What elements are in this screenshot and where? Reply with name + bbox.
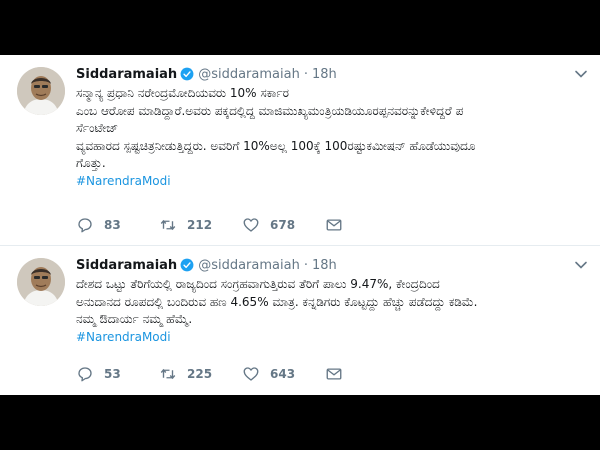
reply-button[interactable]: 83	[76, 216, 159, 234]
avatar[interactable]	[17, 258, 65, 306]
like-button[interactable]: 678	[242, 216, 325, 234]
tweet-text-line: ರ್ಸೆಂಟೇಜ್	[76, 121, 119, 135]
like-count: 643	[270, 367, 296, 381]
separator: ·	[303, 66, 308, 82]
tweet-text-line: ನಮ್ಮ ಔದಾರ್ಯ ನಮ್ಮ ಹೆಮ್ಮೆ.	[76, 312, 193, 326]
tweet-actions: 83 212 678	[76, 216, 408, 234]
timestamp[interactable]: 18h	[312, 258, 337, 273]
tweet-text-line: ಸನ್ಮಾನ್ಯ ಪ್ರಧಾನಿ ನರೇಂದ್ರಮೋದಿಯವರು 10% ಸರ್…	[76, 86, 289, 100]
envelope-icon	[326, 219, 342, 231]
tweet-text-line: ವ್ಯವಹಾರದ ಸ್ಪಷ್ಟಚಿತ್ರನೀಡುತ್ತಿದ್ದರು. ಅವರಿಗ…	[76, 138, 476, 153]
tweet[interactable]: Siddaramaiah @siddaramaiah · 18h ಸನ್ಮಾನ್…	[0, 55, 600, 245]
tweet-header: Siddaramaiah @siddaramaiah · 18h	[76, 256, 337, 274]
tweet-text-line: ಗೊತ್ತು.	[76, 156, 106, 170]
author-name[interactable]: Siddaramaiah	[76, 67, 177, 82]
retweet-button[interactable]: 212	[159, 216, 242, 234]
tweet-text-line: ಅನುದಾನದ ರೂಪದಲ್ಲಿ ಬಂದಿರುವ ಹಣ 4.65% ಮಾತ್ರ.…	[76, 294, 478, 309]
tweet-actions: 53 225 643	[76, 365, 408, 383]
envelope-icon	[326, 368, 342, 380]
verified-badge-icon	[180, 258, 194, 272]
retweet-button[interactable]: 225	[159, 365, 242, 383]
like-count: 678	[270, 218, 296, 232]
reply-count: 83	[104, 218, 121, 232]
reply-button[interactable]: 53	[76, 365, 159, 383]
retweet-icon	[160, 219, 176, 231]
reply-icon	[78, 367, 92, 382]
heart-icon	[243, 218, 259, 232]
retweet-count: 212	[187, 218, 213, 232]
tweet-header: Siddaramaiah @siddaramaiah · 18h	[76, 65, 337, 83]
reply-icon	[78, 218, 92, 233]
dm-button[interactable]	[325, 365, 408, 383]
chevron-down-icon[interactable]	[574, 258, 588, 272]
like-button[interactable]: 643	[242, 365, 325, 383]
tweet-text-line: ದೇಶದ ಒಟ್ಟು ತೆರಿಗೆಯಲ್ಲಿ ರಾಜ್ಯದಿಂದ ಸಂಗ್ರಹವ…	[76, 277, 440, 291]
avatar[interactable]	[17, 67, 65, 115]
tweet-text: ಸನ್ಮಾನ್ಯ ಪ್ರಧಾನಿ ನರೇಂದ್ರಮೋದಿಯವರು 10% ಸರ್…	[76, 85, 586, 190]
author-name[interactable]: Siddaramaiah	[76, 258, 177, 273]
author-handle[interactable]: @siddaramaiah	[198, 258, 300, 273]
tweet-text: ದೇಶದ ಒಟ್ಟು ತೆರಿಗೆಯಲ್ಲಿ ರಾಜ್ಯದಿಂದ ಸಂಗ್ರಹವ…	[76, 276, 586, 346]
retweet-count: 225	[187, 367, 213, 381]
timestamp[interactable]: 18h	[312, 67, 337, 82]
tweet-text-line: ಎಂಬ ಆರೋಪ ಮಾಡಿದ್ದಾರೆ.ಅವರು ಪಕ್ಕದಲ್ಲಿದ್ದ ಮಾ…	[76, 103, 464, 118]
hashtag-link[interactable]: #NarendraModi	[76, 329, 586, 347]
author-handle[interactable]: @siddaramaiah	[198, 67, 300, 82]
retweet-icon	[160, 368, 176, 380]
hashtag-link[interactable]: #NarendraModi	[76, 173, 586, 191]
tweet[interactable]: Siddaramaiah @siddaramaiah · 18h ದೇಶದ ಒಟ…	[0, 246, 600, 395]
reply-count: 53	[104, 367, 121, 381]
dm-button[interactable]	[325, 216, 408, 234]
tweet-list: Siddaramaiah @siddaramaiah · 18h ಸನ್ಮಾನ್…	[0, 55, 600, 395]
verified-badge-icon	[180, 67, 194, 81]
chevron-down-icon[interactable]	[574, 67, 588, 81]
separator: ·	[303, 257, 308, 273]
heart-icon	[243, 367, 259, 381]
